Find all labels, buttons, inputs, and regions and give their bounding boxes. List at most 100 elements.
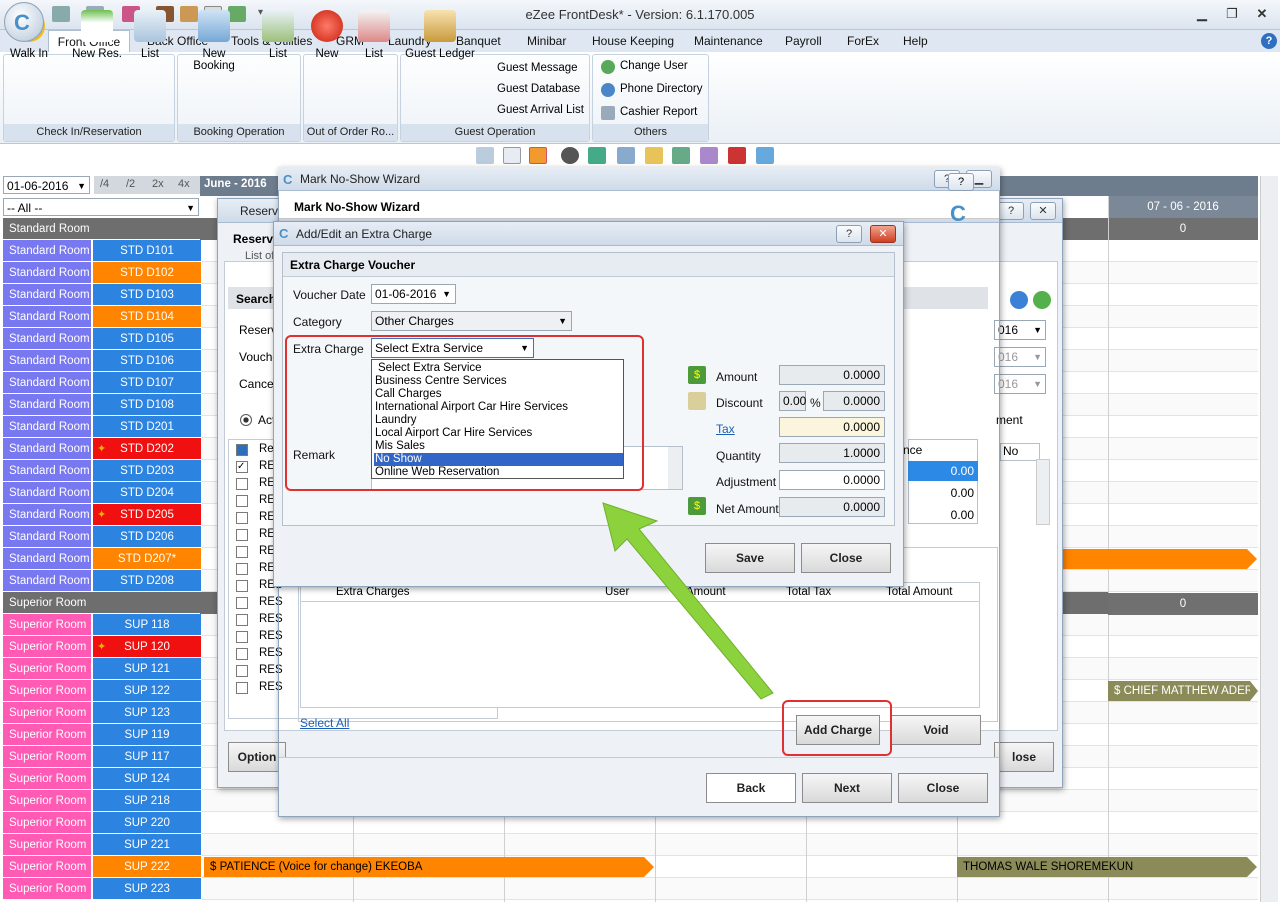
minimize-icon[interactable]: ▁ bbox=[1190, 4, 1214, 24]
room-number-cell[interactable]: SUP 123 bbox=[93, 702, 201, 724]
reservation-checkbox[interactable] bbox=[236, 546, 248, 558]
reservation-title-help[interactable]: ? bbox=[948, 173, 974, 191]
flag-icon[interactable] bbox=[588, 147, 606, 164]
reservation-date-3[interactable]: 016 ▼ bbox=[994, 374, 1046, 394]
room-number-cell[interactable]: SUP 218 bbox=[93, 790, 201, 812]
tax-link[interactable]: Tax bbox=[716, 422, 735, 436]
settings-icon[interactable] bbox=[756, 147, 774, 164]
extra-help-button[interactable]: ? bbox=[836, 225, 862, 243]
remark-scrollbar[interactable] bbox=[668, 447, 682, 489]
discount-field[interactable]: 0.0000 bbox=[823, 391, 885, 411]
tab-forex[interactable]: ForEx bbox=[839, 30, 887, 52]
reservation-dialog-close-button[interactable]: lose bbox=[994, 742, 1054, 772]
chart-icon[interactable] bbox=[476, 147, 494, 164]
refresh-icon[interactable] bbox=[1033, 291, 1051, 309]
reservation-checkbox[interactable] bbox=[236, 580, 248, 592]
search-icon[interactable] bbox=[1010, 291, 1028, 309]
room-number-cell[interactable]: SUP 223 bbox=[93, 878, 201, 900]
room-number-cell[interactable]: STD D101 bbox=[93, 240, 201, 262]
document-icon[interactable] bbox=[700, 147, 718, 164]
room-number-cell[interactable]: SUP 220 bbox=[93, 812, 201, 834]
room-number-cell[interactable]: STD D205 bbox=[93, 504, 201, 526]
adjustment-field[interactable]: 0.0000 bbox=[779, 470, 885, 490]
room-number-cell[interactable]: STD D208 bbox=[93, 570, 201, 592]
maximize-icon[interactable]: ❐ bbox=[1220, 4, 1244, 24]
reservation-checkbox[interactable] bbox=[236, 648, 248, 660]
quantity-field[interactable]: 1.0000 bbox=[779, 443, 885, 463]
zoom-half-button[interactable]: /2 bbox=[126, 178, 135, 190]
tab-maintenance[interactable]: Maintenance bbox=[686, 30, 771, 52]
active-radio[interactable] bbox=[240, 414, 252, 426]
room-number-cell[interactable]: STD D207* bbox=[93, 548, 201, 570]
reservation-checkbox[interactable] bbox=[236, 563, 248, 575]
reservation-checkbox[interactable] bbox=[236, 529, 248, 541]
tab-help[interactable]: Help bbox=[895, 30, 936, 52]
reservation-checkbox[interactable] bbox=[236, 597, 248, 609]
guest-ledger-button[interactable]: Guest Ledger bbox=[404, 10, 476, 60]
reservation-checkbox[interactable] bbox=[236, 495, 248, 507]
zoom-quarter-button[interactable]: /4 bbox=[100, 178, 109, 190]
amount-field[interactable]: 0.0000 bbox=[779, 365, 885, 385]
room-number-cell[interactable]: STD D103 bbox=[93, 284, 201, 306]
discount-percent-field[interactable]: 0.00 bbox=[779, 391, 806, 411]
extra-close-x-button[interactable]: ✕ bbox=[870, 225, 896, 243]
close-icon[interactable]: ✕ bbox=[1250, 4, 1274, 24]
note-icon[interactable] bbox=[645, 147, 663, 164]
room-number-cell[interactable]: STD D204 bbox=[93, 482, 201, 504]
tag-icon[interactable] bbox=[617, 147, 635, 164]
clock-icon[interactable] bbox=[561, 147, 579, 164]
reservation-help-button[interactable]: ? bbox=[998, 202, 1024, 220]
zoom-4x-button[interactable]: 4x bbox=[178, 178, 190, 190]
tab-house-keeping[interactable]: House Keeping bbox=[584, 30, 682, 52]
phone-book-icon[interactable] bbox=[672, 147, 690, 164]
close-button[interactable]: Close bbox=[801, 543, 891, 573]
phone-directory-button[interactable]: Phone Directory bbox=[620, 79, 702, 99]
room-number-cell[interactable]: SUP 222 bbox=[93, 856, 201, 878]
zoom-2x-button[interactable]: 2x bbox=[152, 178, 164, 190]
wizard-close-button[interactable]: Close bbox=[898, 773, 988, 803]
reservation-checkbox[interactable] bbox=[236, 682, 248, 694]
booking-bar-patience[interactable]: $ PATIENCE (Voice for change) EKEOBA bbox=[204, 857, 644, 877]
guest-arrival-list-button[interactable]: Guest Arrival List bbox=[497, 100, 584, 120]
room-type-filter[interactable]: -- All -- ▼ bbox=[3, 198, 199, 216]
tab-payroll[interactable]: Payroll bbox=[777, 30, 830, 52]
reservation-checkbox[interactable] bbox=[236, 631, 248, 643]
room-number-cell[interactable]: STD D102 bbox=[93, 262, 201, 284]
reservation-date-1[interactable]: 016 ▼ bbox=[994, 320, 1046, 340]
guest-database-button[interactable]: Guest Database bbox=[497, 79, 580, 99]
room-number-cell[interactable]: STD D203 bbox=[93, 460, 201, 482]
reservation-checkbox[interactable] bbox=[236, 512, 248, 524]
room-number-cell[interactable]: SUP 122 bbox=[93, 680, 201, 702]
wizard-back-button[interactable]: Back bbox=[706, 773, 796, 803]
change-user-button[interactable]: Change User bbox=[620, 56, 688, 76]
category-select[interactable]: Other Charges ▼ bbox=[371, 311, 572, 331]
room-number-cell[interactable]: SUP 118 bbox=[93, 614, 201, 636]
room-number-cell[interactable]: STD D201 bbox=[93, 416, 201, 438]
reservation-close-button[interactable]: ✕ bbox=[1030, 202, 1056, 220]
list-scrollbar[interactable] bbox=[1036, 459, 1050, 525]
room-number-cell[interactable]: SUP 119 bbox=[93, 724, 201, 746]
room-number-cell[interactable]: SUP 117 bbox=[93, 746, 201, 768]
new-out-of-order-button[interactable]: New bbox=[301, 10, 353, 60]
new-booking-button[interactable]: New Booking bbox=[181, 10, 247, 72]
booking-bar-chief[interactable]: $ CHIEF MATTHEW ADERI bbox=[1108, 681, 1250, 701]
room-number-cell[interactable]: STD D105 bbox=[93, 328, 201, 350]
grid-date-input[interactable]: 01-06-2016 ▼ bbox=[3, 176, 90, 194]
room-number-cell[interactable]: SUP 221 bbox=[93, 834, 201, 856]
reservation-checkbox[interactable] bbox=[236, 614, 248, 626]
reservation-checkbox[interactable] bbox=[236, 665, 248, 677]
room-number-cell[interactable]: STD D206 bbox=[93, 526, 201, 548]
window-icon[interactable] bbox=[503, 147, 521, 164]
app-orb-button[interactable]: C bbox=[4, 2, 44, 42]
booking-bar-thomas[interactable]: THOMAS WALE SHOREMEKUN bbox=[957, 857, 1247, 877]
grid-scrollbar[interactable] bbox=[1260, 176, 1278, 902]
room-number-cell[interactable]: SUP 120 bbox=[93, 636, 201, 658]
room-number-cell[interactable]: SUP 124 bbox=[93, 768, 201, 790]
tab-minibar[interactable]: Minibar bbox=[519, 30, 574, 52]
guest-message-button[interactable]: Guest Message bbox=[497, 58, 578, 78]
help-icon[interactable]: ? bbox=[1261, 33, 1277, 49]
reservation-date-2[interactable]: 016 ▼ bbox=[994, 347, 1046, 367]
apps-icon[interactable] bbox=[728, 147, 746, 164]
out-of-order-list-button[interactable]: List bbox=[348, 10, 400, 60]
room-number-cell[interactable]: STD D107 bbox=[93, 372, 201, 394]
